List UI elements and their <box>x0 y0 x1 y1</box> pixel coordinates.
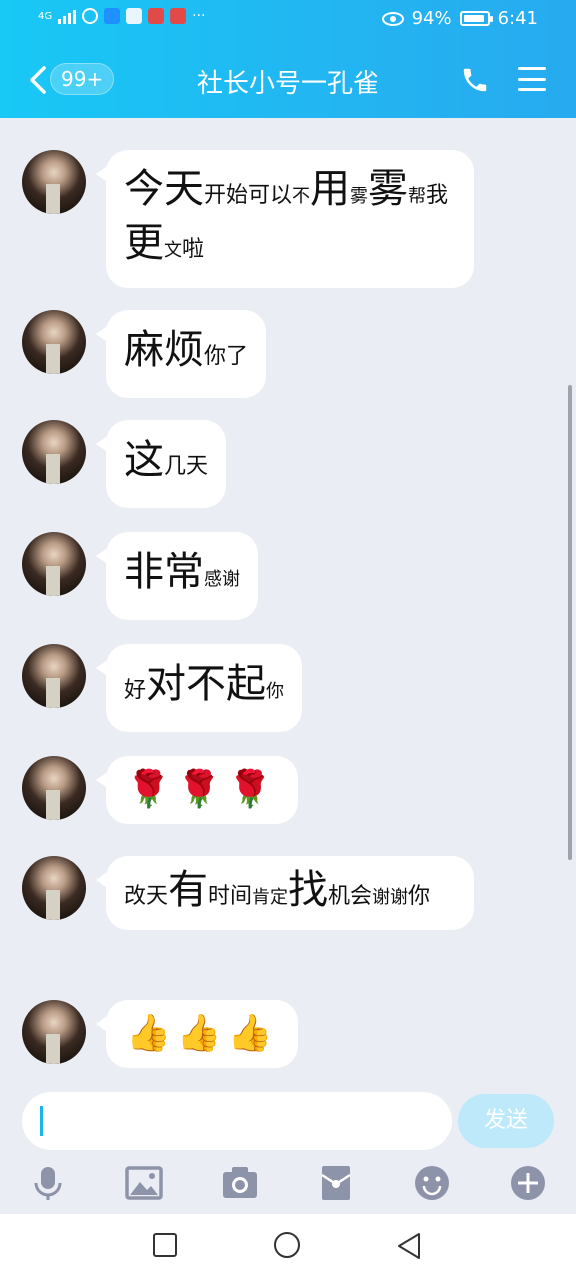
recent-apps-icon[interactable] <box>152 1232 178 1258</box>
message-text-run: 感谢 <box>204 569 240 590</box>
message-text-run: 开始可以 <box>204 183 293 208</box>
phone-icon[interactable] <box>460 65 490 95</box>
avatar[interactable] <box>22 532 86 596</box>
emoji-text: 👍👍👍 <box>126 1013 279 1054</box>
message-bubble[interactable]: 麻烦你了 <box>95 310 267 398</box>
clock: 6:41 <box>497 8 538 29</box>
message-item: 🌹🌹🌹 <box>22 756 299 824</box>
message-text-run: 我 <box>426 183 449 208</box>
message-bubble[interactable]: 改天有时间肯定找机会谢谢你 <box>96 856 474 930</box>
message-item: 👍👍👍 <box>22 1000 299 1068</box>
message-bubble[interactable]: 🌹🌹🌹 <box>95 756 299 824</box>
emoji-text: 🌹🌹🌹 <box>126 769 279 810</box>
send-button[interactable]: 发送 <box>458 1094 554 1148</box>
message-text-run: 有 <box>168 867 209 913</box>
message-input[interactable] <box>22 1092 452 1150</box>
more-notifications: ··· <box>192 8 206 24</box>
chat-nav-bar: 99+ 社长小号一孔雀 <box>0 55 576 105</box>
message-text-run: 雾 <box>368 166 409 212</box>
message-text-run: 麻烦 <box>124 327 204 373</box>
composer: 发送 <box>0 1092 576 1152</box>
red-envelope-icon[interactable] <box>316 1163 356 1203</box>
menu-icon[interactable] <box>518 67 546 91</box>
battery-percent: 94% <box>411 8 452 29</box>
network-type: 4G <box>38 10 53 22</box>
message-text-run: 肯定 <box>252 887 289 908</box>
avatar[interactable] <box>22 420 86 484</box>
message-text-run: 不 <box>292 186 311 207</box>
message-text-run: 文 <box>164 240 182 261</box>
message-text-run: 几天 <box>164 454 209 479</box>
message-text-run: 对不起 <box>146 661 267 707</box>
message-text-run: 今天 <box>124 166 204 212</box>
status-left: 4G ··· <box>38 8 205 24</box>
app-notification-icon <box>104 8 121 24</box>
avatar[interactable] <box>22 150 86 214</box>
composer-toolbar <box>0 1155 576 1213</box>
battery-icon <box>459 11 493 26</box>
message-text-run: 你了 <box>204 344 249 369</box>
message-item: 非常感谢 <box>22 532 258 620</box>
message-bubble[interactable]: 👍👍👍 <box>95 1000 299 1068</box>
message-text-run: 非常 <box>124 549 204 595</box>
microphone-icon[interactable] <box>28 1163 68 1203</box>
scrollbar[interactable] <box>568 385 572 860</box>
app-notification-icon <box>148 8 165 24</box>
message-bubble[interactable]: 这几天 <box>95 420 227 508</box>
camera-icon[interactable] <box>220 1163 260 1203</box>
message-text-run: 你 <box>408 884 431 909</box>
app-header: 4G ··· 94% 6:41 99+ 社长小号一孔雀 <box>0 0 576 118</box>
message-text-run: 帮 <box>408 186 427 207</box>
message-bubble[interactable]: 非常感谢 <box>96 532 258 620</box>
browser-icon <box>126 8 143 24</box>
eye-comfort-icon <box>381 11 404 26</box>
message-bubble[interactable]: 今天开始可以不用雾雾帮我更文啦 <box>96 150 474 288</box>
avatar[interactable] <box>22 644 86 708</box>
image-icon[interactable] <box>124 1163 164 1203</box>
message-text-run: 改天 <box>124 884 169 909</box>
system-navigation-bar <box>0 1214 576 1280</box>
message-text-run: 更 <box>124 220 164 266</box>
avatar[interactable] <box>22 1000 86 1064</box>
message-item: 今天开始可以不用雾雾帮我更文啦 <box>22 150 474 288</box>
message-list[interactable]: 今天开始可以不用雾雾帮我更文啦 麻烦你了 这几天 非常感谢 好对不起你 🌹🌹🌹 … <box>0 118 576 1093</box>
message-text-run: 用 <box>310 166 351 212</box>
message-text-run: 找 <box>288 867 329 913</box>
text-cursor <box>40 1106 43 1136</box>
message-text-run: 啦 <box>182 237 205 262</box>
message-item: 这几天 <box>22 420 227 508</box>
plus-icon[interactable] <box>508 1163 548 1203</box>
message-text-run: 你 <box>266 681 285 702</box>
status-right: 94% 6:41 <box>381 8 538 29</box>
avatar[interactable] <box>22 856 86 920</box>
status-bar: 4G ··· 94% 6:41 <box>0 0 576 40</box>
message-text-run: 谢谢 <box>372 887 409 908</box>
message-item: 改天有时间肯定找机会谢谢你 <box>22 856 474 930</box>
message-bubble[interactable]: 好对不起你 <box>95 644 303 732</box>
message-item: 麻烦你了 <box>22 310 267 398</box>
home-icon[interactable] <box>273 1231 301 1259</box>
back-nav-icon[interactable] <box>396 1232 422 1260</box>
message-text-run: 这 <box>124 437 164 483</box>
message-item: 好对不起你 <box>22 644 303 732</box>
signal-icon <box>58 8 77 24</box>
message-text-run: 时间 <box>208 884 253 909</box>
app-notification-icon <box>170 8 187 24</box>
emoji-icon[interactable] <box>412 1163 452 1203</box>
avatar[interactable] <box>22 756 86 820</box>
message-text-run: 雾 <box>350 186 369 207</box>
message-text-run: 机会 <box>328 884 373 909</box>
message-text-run: 好 <box>124 678 147 703</box>
wechat-icon <box>82 8 99 24</box>
avatar[interactable] <box>22 310 86 374</box>
